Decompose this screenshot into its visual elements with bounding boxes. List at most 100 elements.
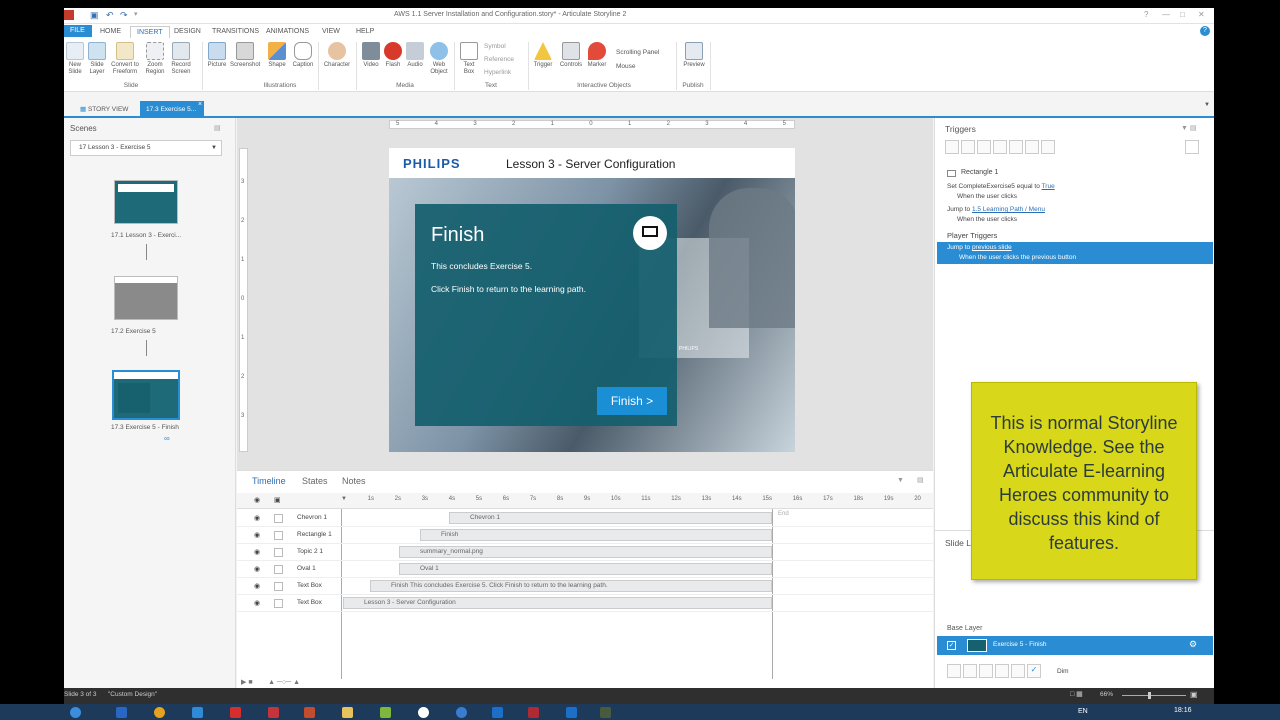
menu-view[interactable]: VIEW xyxy=(316,26,346,38)
delete-layer-icon[interactable] xyxy=(1011,664,1025,678)
tab-notes[interactable]: Notes xyxy=(342,476,366,486)
lock-checkbox[interactable] xyxy=(274,599,283,608)
timeline-bar[interactable]: Finish xyxy=(420,529,772,541)
timeline-controls[interactable]: ▶ ■ ▲ ─○─ ▲ xyxy=(241,678,300,686)
character-button[interactable]: Character xyxy=(322,42,352,69)
timeline-bar[interactable]: Chevron 1 xyxy=(449,512,772,524)
hyperlink-button[interactable]: Hyperlink xyxy=(484,69,511,76)
timeline-row[interactable]: ◉ Text Box Finish This concludes Exercis… xyxy=(237,578,933,595)
timeline-bar[interactable]: summary_normal.png xyxy=(399,546,772,558)
lock-checkbox[interactable] xyxy=(274,531,283,540)
tab-current-slide[interactable]: 17.3 Exercise 5... × xyxy=(140,101,204,118)
marker-button[interactable]: Marker xyxy=(586,42,608,69)
tab-states[interactable]: States xyxy=(302,476,328,486)
scrolling-panel-button[interactable]: Scrolling Panel xyxy=(616,49,659,56)
symbol-button[interactable]: Symbol xyxy=(484,43,506,50)
language-indicator[interactable]: EN xyxy=(1078,708,1088,715)
text-box-button[interactable]: Text Box xyxy=(458,42,480,76)
start-icon[interactable] xyxy=(70,707,81,718)
audio-button[interactable]: Audio xyxy=(404,42,426,69)
duplicate-layer-icon[interactable] xyxy=(963,664,977,678)
minimize-icon[interactable]: — xyxy=(1162,10,1170,19)
slide-thumbnail[interactable] xyxy=(114,276,178,320)
customize-icon[interactable]: ▾ xyxy=(134,10,138,18)
save-icon[interactable]: ▣ xyxy=(90,10,99,21)
close-tab-icon[interactable]: × xyxy=(198,96,202,113)
app-icon[interactable] xyxy=(418,707,429,718)
picture-button[interactable]: Picture xyxy=(206,42,228,69)
edit-trigger-icon[interactable] xyxy=(961,140,975,154)
finish-button[interactable]: Finish > xyxy=(597,387,667,415)
eye-icon[interactable]: ◉ xyxy=(254,496,260,504)
menu-file[interactable]: FILE xyxy=(64,25,92,37)
new-slide-button[interactable]: New Slide xyxy=(64,42,86,76)
timeline-row[interactable]: ◉ Text Box Lesson 3 - Server Configurati… xyxy=(237,595,933,612)
eye-icon[interactable]: ◉ xyxy=(254,565,260,573)
slide-layer-button[interactable]: Slide Layer xyxy=(86,42,108,76)
slide-thumbnail-selected[interactable] xyxy=(112,370,180,420)
tabs-menu-icon[interactable]: ▼ xyxy=(1204,102,1210,108)
scene-dropdown[interactable]: 17 Lesson 3 - Exercise 5 ▼ xyxy=(70,140,222,156)
clock[interactable]: 18:16 xyxy=(1174,707,1192,714)
timeline-row[interactable]: ◉ Rectangle 1 Finish xyxy=(237,527,933,544)
delete-trigger-icon[interactable] xyxy=(1009,140,1023,154)
zoom-slider[interactable] xyxy=(1122,695,1186,696)
menu-home[interactable]: HOME xyxy=(94,26,127,38)
redo-icon[interactable]: ↷ xyxy=(120,10,128,21)
tab-timeline[interactable]: Timeline xyxy=(252,476,286,486)
paste-layer-icon[interactable] xyxy=(995,664,1009,678)
timeline-row[interactable]: ◉ Topic 2 1 summary_normal.png xyxy=(237,544,933,561)
storyline-icon[interactable] xyxy=(528,707,539,718)
trigger-link[interactable]: 1.5 Learning Path / Menu xyxy=(972,206,1045,213)
view-icons[interactable]: □ ▦ xyxy=(1070,690,1083,698)
menu-design[interactable]: DESIGN xyxy=(168,26,207,38)
fit-to-window-icon[interactable]: ▣ xyxy=(1190,690,1198,699)
lock-checkbox[interactable] xyxy=(274,582,283,591)
eye-icon[interactable]: ◉ xyxy=(254,548,260,556)
timeline-bar[interactable]: Oval 1 xyxy=(399,563,772,575)
lync-icon[interactable] xyxy=(566,707,577,718)
panel-float-icon[interactable]: ▤ xyxy=(917,476,924,484)
web-object-button[interactable]: Web Object xyxy=(428,42,450,76)
finish-card[interactable]: Finish This concludes Exercise 5. Click … xyxy=(415,204,677,426)
lock-checkbox[interactable] xyxy=(274,548,283,557)
shape-button[interactable]: Shape xyxy=(266,42,288,69)
layer-visible-checkbox[interactable]: ✓ xyxy=(947,641,956,650)
zoom-region-button[interactable]: Zoom Region xyxy=(144,42,166,76)
trigger-button[interactable]: Trigger xyxy=(532,42,554,69)
maximize-icon[interactable]: □ xyxy=(1180,10,1185,19)
eye-icon[interactable]: ◉ xyxy=(254,514,260,522)
copy-layer-icon[interactable] xyxy=(979,664,993,678)
dropbox-icon[interactable] xyxy=(116,707,127,718)
powerpoint-icon[interactable] xyxy=(304,707,315,718)
preview-button[interactable]: Preview xyxy=(680,42,708,69)
trigger-item[interactable]: Jump to 1.5 Learning Path / Menu xyxy=(947,206,1045,213)
timeline-bar[interactable]: Finish This concludes Exercise 5. Click … xyxy=(370,580,772,592)
menu-help[interactable]: HELP xyxy=(350,26,380,38)
layer-item-selected[interactable]: ✓ Exercise 5 - Finish ⚙ xyxy=(937,636,1213,655)
timeline-bar[interactable]: Lesson 3 - Server Configuration xyxy=(343,597,772,609)
caption-button[interactable]: Caption xyxy=(290,42,316,69)
record-screen-button[interactable]: Record Screen xyxy=(170,42,192,76)
screenshot-button[interactable]: Screenshot xyxy=(230,42,260,69)
timeline-row[interactable]: ◉ Chevron 1 Chevron 1 xyxy=(237,510,933,527)
app-icon[interactable] xyxy=(380,707,391,718)
undo-icon[interactable]: ↶ xyxy=(106,10,114,21)
eye-icon[interactable]: ◉ xyxy=(254,531,260,539)
new-layer-icon[interactable] xyxy=(947,664,961,678)
panel-menu-icon[interactable]: ▼ xyxy=(897,477,904,484)
chrome-icon[interactable] xyxy=(154,707,165,718)
tab-story-view[interactable]: ▦ STORY VIEW xyxy=(74,101,134,118)
menu-transitions[interactable]: TRANSITIONS xyxy=(206,26,265,38)
close-icon[interactable]: ✕ xyxy=(1198,10,1205,19)
info-icon[interactable]: ? xyxy=(1200,26,1210,36)
acrobat-icon[interactable] xyxy=(268,707,279,718)
move-up-icon[interactable] xyxy=(1025,140,1039,154)
app-icon[interactable] xyxy=(600,707,611,718)
panel-menu-icon[interactable]: ▼ ▤ xyxy=(1181,124,1197,132)
gear-icon[interactable]: ⚙ xyxy=(1189,639,1197,650)
player-trigger-item-selected[interactable]: Jump to previous slide When the user cli… xyxy=(937,242,1213,264)
ie-icon[interactable] xyxy=(192,707,203,718)
reference-button[interactable]: Reference xyxy=(484,56,514,63)
slide-canvas[interactable]: PHILIPS Lesson 3 - Server Configuration … xyxy=(389,148,795,452)
